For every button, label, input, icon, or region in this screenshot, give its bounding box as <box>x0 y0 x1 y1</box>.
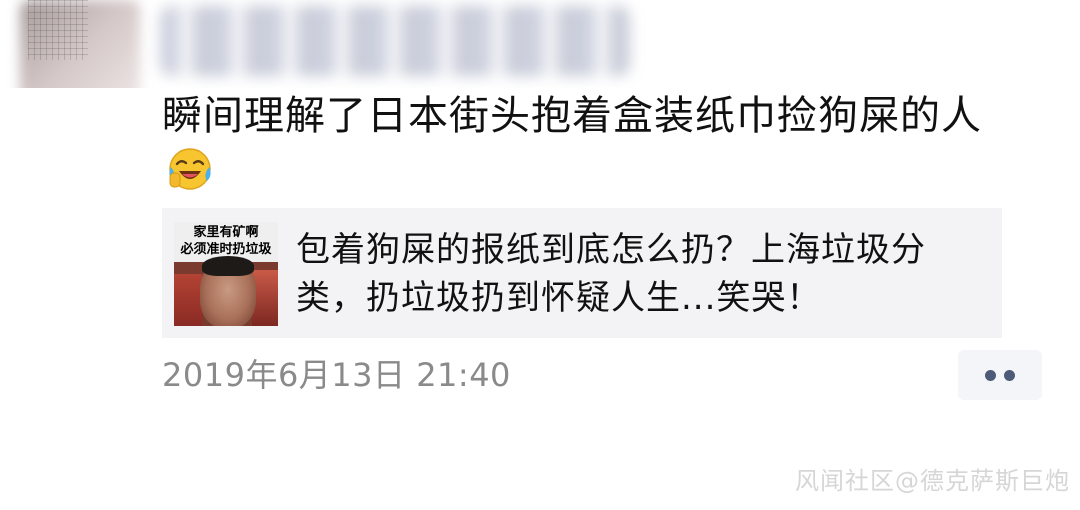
link-thumbnail: 家里有矿啊 必须准时扔垃圾 <box>174 222 278 326</box>
more-dots-icon <box>985 370 996 381</box>
link-card-title: 包着狗屎的报纸到底怎么扔？上海垃圾分类，扔垃圾扔到怀疑人生...笑哭！ <box>296 230 926 318</box>
watermark: 风闻社区@德克萨斯巨炮 <box>795 467 1070 495</box>
crying-laughing-emoji-icon <box>169 148 211 190</box>
avatar-mosaic <box>28 0 88 60</box>
post-text: 瞬间理解了日本街头抱着盒装纸巾捡狗屎的人 <box>162 93 982 139</box>
thumbnail-background-left <box>174 274 202 326</box>
thumbnail-caption-line1: 家里有矿啊 <box>193 225 259 240</box>
post-text-container: 瞬间理解了日本街头抱着盒装纸巾捡狗屎的人 <box>162 88 1042 200</box>
blurred-header <box>0 0 1080 88</box>
author-name-blurred[interactable] <box>160 6 630 76</box>
thumbnail-hair <box>202 256 254 276</box>
more-actions-button[interactable] <box>958 350 1042 400</box>
shared-link-card[interactable]: 家里有矿啊 必须准时扔垃圾 包着狗屎的报纸到底怎么扔？上海垃圾分类，扔垃圾扔到怀… <box>162 208 1002 338</box>
more-dots-icon-dot <box>1004 370 1015 381</box>
post-timestamp: 2019年6月13日 21:40 <box>162 356 511 394</box>
